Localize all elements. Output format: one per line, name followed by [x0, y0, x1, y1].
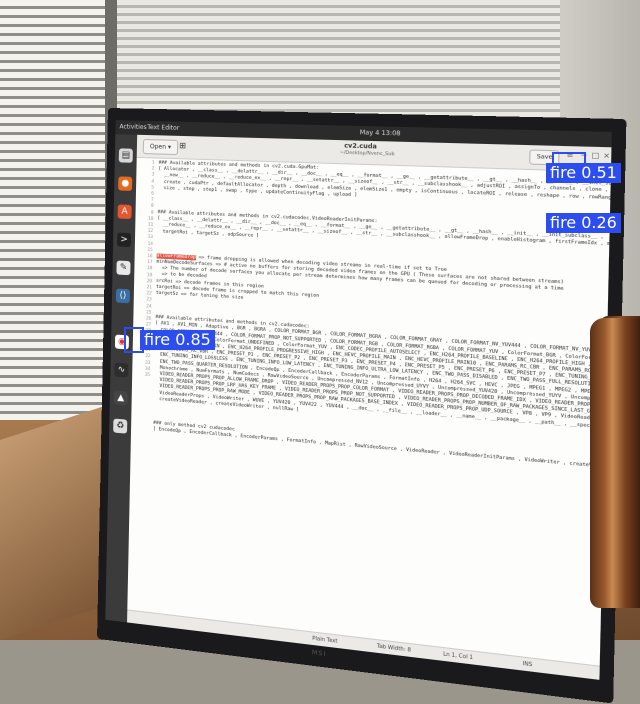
bottle	[590, 318, 640, 608]
firefox-icon[interactable]: ●	[118, 176, 132, 191]
close-icon[interactable]: ×	[603, 151, 610, 160]
detection-label: fire 0.26	[546, 213, 621, 233]
file-path: ~/Desktop/Nvenc_Sub	[340, 151, 395, 158]
file-title: cv2.cuda	[344, 142, 377, 150]
chevron-down-icon: ▾	[168, 144, 171, 151]
screen: Activities Text Editor May 4 13:08 ▤ ● A…	[105, 120, 612, 680]
clock[interactable]: May 4 13:08	[360, 126, 401, 142]
editor-area[interactable]: 1 2 3 4 5 6 7 8 9 10 11 12 13 14 15 16 17 18 19 20 21 22 23 24 2…	[127, 158, 611, 667]
monitor: Activities Text Editor May 4 13:08 ▤ ● A…	[97, 108, 626, 704]
system-monitor-icon[interactable]: ∿	[114, 363, 128, 378]
vscode-icon[interactable]: ⟨⟩	[116, 288, 130, 303]
open-button[interactable]: Open ▾	[143, 139, 178, 155]
files-icon[interactable]: ▤	[119, 148, 133, 162]
activities-button[interactable]: Activities	[119, 120, 147, 135]
maximize-icon[interactable]: □	[592, 151, 600, 160]
insert-mode: INS	[522, 658, 532, 672]
new-tab-icon[interactable]: ⊞	[179, 141, 186, 150]
open-label: Open	[150, 143, 166, 151]
monitor-brand: MSI	[312, 649, 327, 658]
vlc-icon[interactable]: ▲	[114, 391, 128, 406]
trash-icon[interactable]: ♻	[113, 419, 127, 434]
syntax-mode[interactable]: Plain Text	[312, 632, 338, 648]
app-store-icon[interactable]: A	[118, 204, 132, 219]
detection-label: fire 0.51	[546, 163, 621, 183]
detection-label: fire 0.85	[140, 330, 215, 350]
text-editor-icon[interactable]: ✎	[116, 260, 130, 275]
cursor-position[interactable]: Ln 1, Col 1	[443, 648, 473, 664]
app-menu[interactable]: Text Editor	[147, 121, 179, 136]
code-text[interactable]: ### Available attributes and methods in …	[153, 161, 606, 471]
tab-width[interactable]: Tab Width: 8	[377, 640, 411, 657]
line-number: 35	[134, 372, 150, 379]
terminal-icon[interactable]: >	[117, 232, 131, 247]
